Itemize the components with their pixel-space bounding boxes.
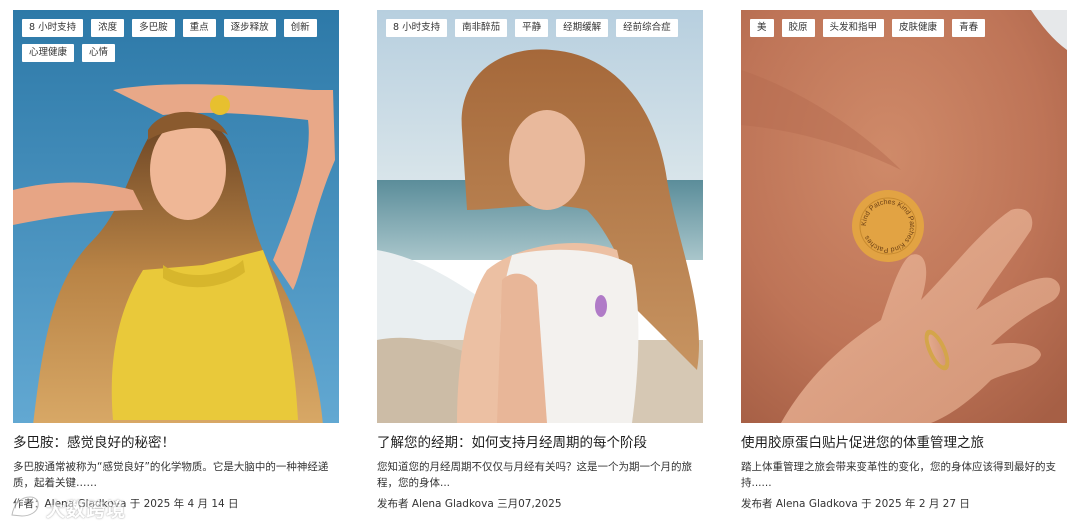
- watermark-logo-icon: [10, 495, 40, 518]
- card-excerpt: 多巴胺通常被称为“感觉良好”的化学物质。它是大脑中的一种神经递质，起着关键……: [13, 461, 329, 489]
- blog-card[interactable]: Kind Patches Kind Patches Kind Patches 美…: [741, 10, 1067, 512]
- tag-list: 8 小时支持 浓度 多巴胺 重点 逐步释放 创新 心理健康 心情: [22, 19, 331, 62]
- tag-list: 8 小时支持 南非醉茄 平静 经期缓解 经前综合症: [386, 19, 695, 37]
- tag[interactable]: 心理健康: [22, 44, 75, 62]
- card-excerpt: 踏上体重管理之旅会带来变革性的变化，您的身体应该得到最好的支持......: [741, 461, 1056, 489]
- card-excerpt: 您知道您的月经周期不仅仅与月经有关吗？这是一个为期一个月的旅程，您的身体...: [377, 461, 692, 489]
- tag[interactable]: 8 小时支持: [386, 19, 448, 37]
- woman-yellow-top-photo: [13, 10, 339, 423]
- tag[interactable]: 美: [750, 19, 774, 37]
- tag[interactable]: 经前综合症: [616, 19, 678, 37]
- card-meta: 发布者 Alena Gladkova 于 2025 年 2 月 27 日: [741, 498, 970, 510]
- tag[interactable]: 重点: [182, 19, 216, 37]
- tag[interactable]: 创新: [283, 19, 317, 37]
- tag[interactable]: 多巴胺: [132, 19, 175, 37]
- tag[interactable]: 胶原: [781, 19, 815, 37]
- tag[interactable]: 经期缓解: [556, 19, 609, 37]
- watermark-text: 大数跨境: [46, 499, 127, 521]
- tag[interactable]: 青春: [952, 19, 986, 37]
- tag-list: 美 胶原 头发和指甲 皮肤健康 青春: [750, 19, 1059, 37]
- card-image[interactable]: Kind Patches Kind Patches Kind Patches 美…: [741, 10, 1067, 423]
- card-title[interactable]: 多巴胺：感觉良好的秘密！: [13, 433, 339, 453]
- tag[interactable]: 平静: [515, 19, 549, 37]
- tag[interactable]: 浓度: [91, 19, 125, 37]
- tag[interactable]: 头发和指甲: [822, 19, 885, 37]
- tag[interactable]: 南非醉茄: [455, 19, 508, 37]
- blog-card[interactable]: 8 小时支持 南非醉茄 平静 经期缓解 经前综合症 了解您的经期：如何支持月经周…: [377, 10, 703, 512]
- card-title[interactable]: 了解您的经期：如何支持月经周期的每个阶段: [377, 433, 703, 453]
- tag[interactable]: 逐步释放: [223, 19, 276, 37]
- tag[interactable]: 皮肤健康: [892, 19, 945, 37]
- card-title[interactable]: 使用胶原蛋白贴片促进您的体重管理之旅: [741, 433, 1067, 453]
- card-image[interactable]: 8 小时支持 南非醉茄 平静 经期缓解 经前综合症: [377, 10, 703, 423]
- blog-card[interactable]: 8 小时支持 浓度 多巴胺 重点 逐步释放 创新 心理健康 心情 多巴胺：感觉良…: [13, 10, 339, 512]
- collagen-patch-photo: Kind Patches Kind Patches Kind Patches: [741, 10, 1067, 423]
- card-image[interactable]: 8 小时支持 浓度 多巴胺 重点 逐步释放 创新 心理健康 心情: [13, 10, 339, 423]
- watermark: 大数跨境: [4, 492, 154, 522]
- tag[interactable]: 心情: [82, 44, 116, 62]
- card-meta: 发布者 Alena Gladkova 三月07,2025: [377, 498, 562, 510]
- tag[interactable]: 8 小时支持: [22, 19, 84, 37]
- woman-beach-photo: [377, 10, 703, 423]
